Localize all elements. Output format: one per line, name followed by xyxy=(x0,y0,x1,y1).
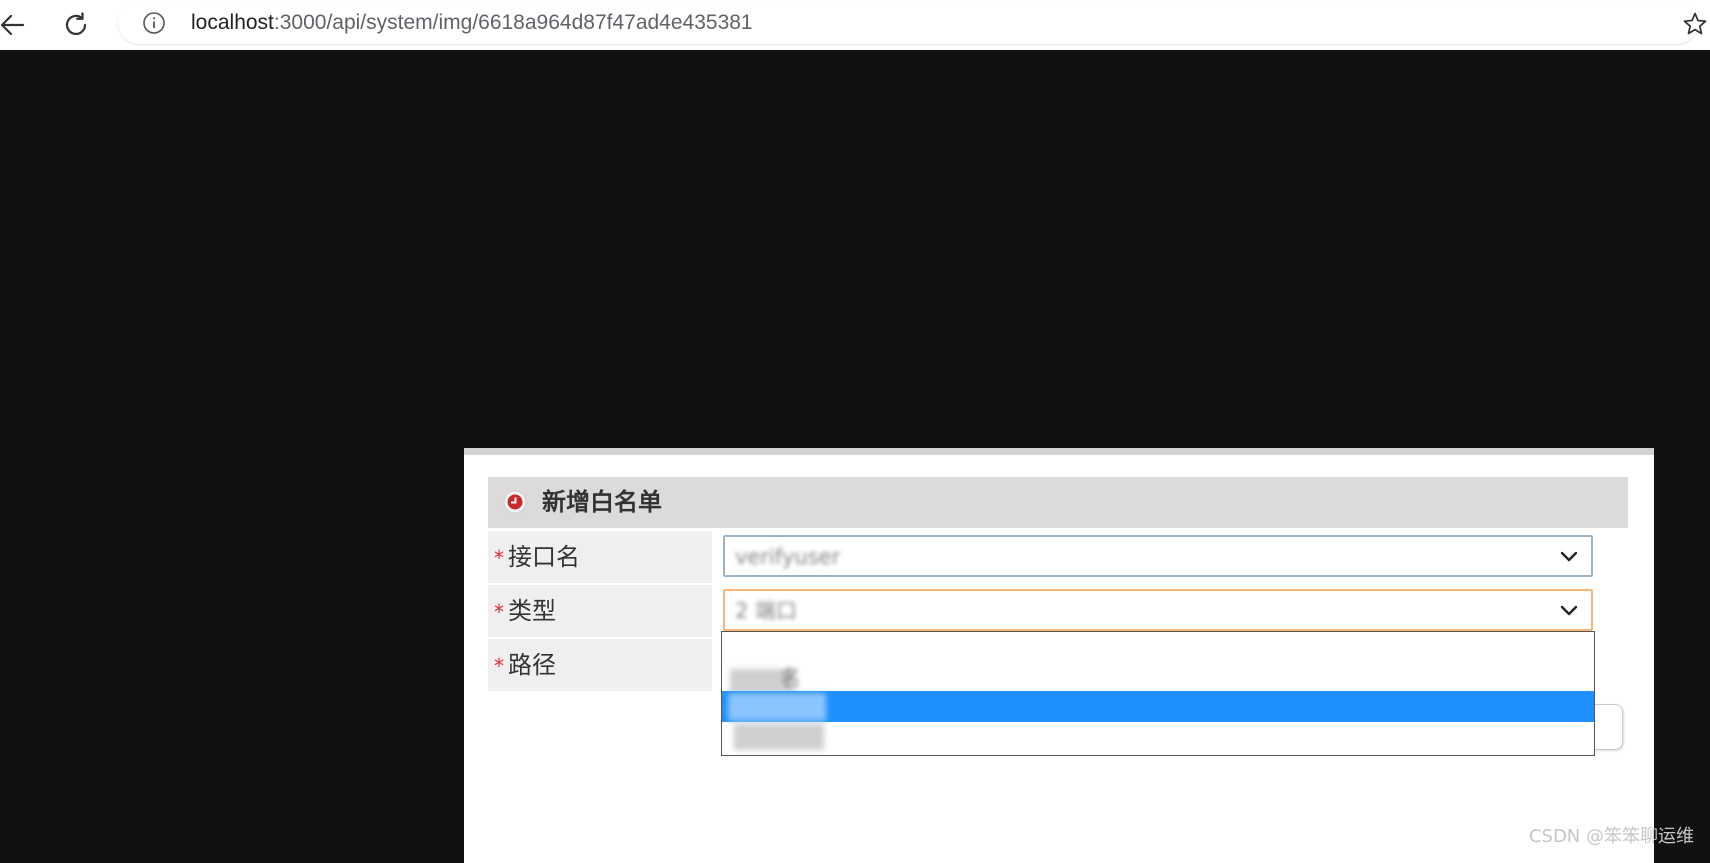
required-mark: * xyxy=(494,600,504,624)
collapse-icon[interactable] xyxy=(503,490,527,514)
back-button[interactable] xyxy=(0,5,32,45)
type-value: 2 端口 xyxy=(735,591,797,629)
type-dropdown-list: 名 xyxy=(721,631,1595,756)
dropdown-option-text: 名 xyxy=(780,663,801,694)
dropdown-option-selected[interactable] xyxy=(722,691,1594,722)
dropdown-option[interactable] xyxy=(722,722,1594,753)
arrow-left-icon xyxy=(0,12,25,38)
chevron-down-icon xyxy=(1559,600,1579,620)
watermark: CSDN @笨笨聊运维 xyxy=(1529,822,1694,848)
required-mark: * xyxy=(494,654,504,678)
path-label-text: 路径 xyxy=(508,651,556,679)
form-title: 新增白名单 xyxy=(542,477,662,528)
add-whitelist-panel: 新增白名单 *接口名 verifyuser *类型 2 端口 *路径 名 xyxy=(464,448,1654,863)
info-icon[interactable] xyxy=(142,11,166,35)
dropdown-option[interactable] xyxy=(722,632,1594,663)
interface-name-label-text: 接口名 xyxy=(508,543,580,571)
chevron-down-icon xyxy=(1559,546,1579,566)
type-label: *类型 xyxy=(488,585,712,637)
form-header: 新增白名单 xyxy=(488,477,1628,528)
reload-button[interactable] xyxy=(56,5,96,45)
url-text[interactable]: localhost:3000/api/system/img/6618a964d8… xyxy=(191,2,753,44)
interface-name-label: *接口名 xyxy=(488,531,712,583)
type-label-text: 类型 xyxy=(508,597,556,625)
interface-name-value: verifyuser xyxy=(735,537,840,575)
pixelated-text xyxy=(728,693,826,721)
url-host: localhost xyxy=(191,11,274,34)
address-bar[interactable]: localhost:3000/api/system/img/6618a964d8… xyxy=(118,2,1698,44)
browser-toolbar: localhost:3000/api/system/img/6618a964d8… xyxy=(0,0,1710,50)
reload-icon xyxy=(63,12,89,38)
dropdown-option[interactable]: 名 xyxy=(722,663,1594,694)
path-label: *路径 xyxy=(488,639,712,691)
type-select[interactable]: 2 端口 xyxy=(723,589,1593,631)
url-path: :3000/api/system/img/6618a964d87f47ad4e4… xyxy=(274,11,753,34)
interface-name-select[interactable]: verifyuser xyxy=(723,535,1593,577)
pixelated-text xyxy=(734,724,824,750)
required-mark: * xyxy=(494,546,504,570)
star-icon[interactable] xyxy=(1682,11,1708,37)
